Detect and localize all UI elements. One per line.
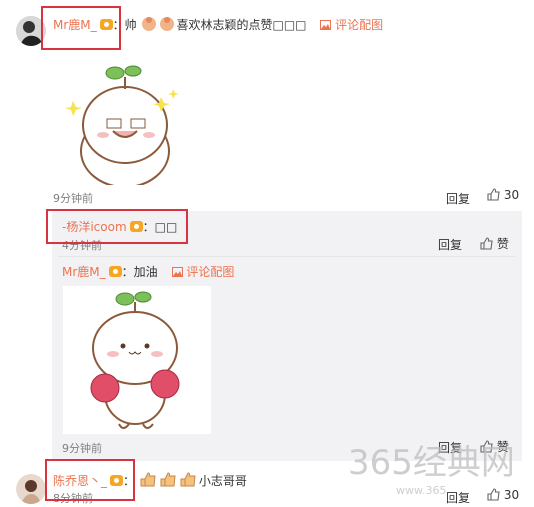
reply-text: ：加油 xyxy=(121,265,158,279)
image-icon xyxy=(171,267,183,277)
reply-text-row: Mr鹿M_ ：加油 评论配图 xyxy=(62,264,234,280)
highlight-box xyxy=(41,6,121,50)
like-count: 30 xyxy=(503,488,520,502)
like-button[interactable]: 30 xyxy=(487,188,519,202)
image-icon xyxy=(320,20,332,30)
reply-username-link[interactable]: Mr鹿M_ xyxy=(62,265,106,279)
thumbs-up-icon xyxy=(480,237,493,250)
reply-image[interactable] xyxy=(63,286,211,434)
like-button[interactable]: 30 xyxy=(487,488,519,502)
comment-time: 9分钟前 xyxy=(53,192,93,205)
reply-button[interactable]: 回复 xyxy=(446,489,470,506)
watermark: 365经典网 xyxy=(348,445,515,481)
like-button[interactable]: 赞 xyxy=(480,235,509,252)
like-label: 赞 xyxy=(496,237,509,251)
comment-text-suffix: 喜欢林志颖的点赞□□□ xyxy=(176,18,307,32)
comment-image[interactable] xyxy=(53,39,201,188)
highlight-box xyxy=(45,459,135,501)
comment-text: 小志哥哥 xyxy=(198,474,247,488)
reply-image-link[interactable]: 评论配图 xyxy=(171,265,234,279)
reply-button[interactable]: 回复 xyxy=(446,190,470,207)
reply-time: 9分钟前 xyxy=(62,442,102,455)
highlight-box xyxy=(46,209,188,244)
divider xyxy=(58,256,516,257)
watermark-text: 365经典网 xyxy=(348,443,515,483)
thumbs-up-icon xyxy=(487,488,500,501)
reply-button[interactable]: 回复 xyxy=(438,236,462,253)
like-count: 30 xyxy=(503,188,520,202)
emoji-icon xyxy=(141,17,174,31)
comment-image-link[interactable]: 评论配图 xyxy=(320,18,383,32)
avatar[interactable] xyxy=(16,474,46,504)
watermark-url: www.365 xyxy=(396,484,447,497)
thumbs-up-icon xyxy=(487,188,500,201)
thumbs-up-emoji-icon xyxy=(140,472,196,487)
vip-badge-icon xyxy=(108,266,122,277)
